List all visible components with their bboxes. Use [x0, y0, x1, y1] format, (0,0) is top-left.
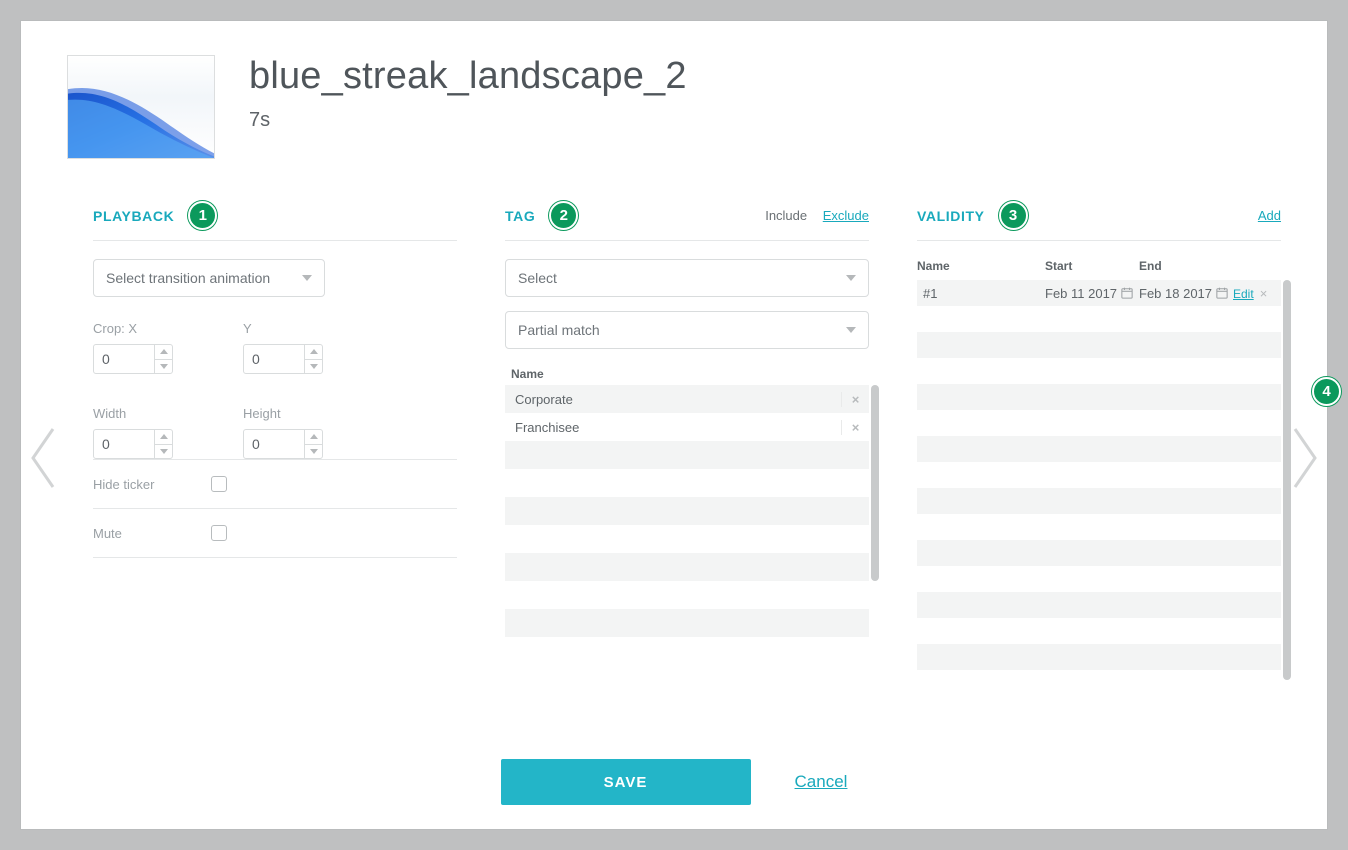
tag-exclude-link[interactable]: Exclude	[823, 208, 869, 223]
chevron-down-icon	[846, 327, 856, 333]
width-step-up[interactable]	[155, 430, 172, 445]
asset-title: blue_streak_landscape_2	[249, 55, 687, 99]
validity-row	[917, 592, 1281, 618]
tag-row-name: Franchisee	[505, 420, 841, 435]
mute-label: Mute	[93, 526, 211, 541]
crop-x-step-down[interactable]	[155, 360, 172, 374]
validity-title: VALIDITY	[917, 208, 985, 224]
validity-row	[917, 384, 1281, 410]
tag-row	[505, 525, 869, 553]
scrollbar[interactable]	[871, 385, 879, 581]
hide-ticker-checkbox[interactable]	[211, 476, 227, 492]
tag-select[interactable]: Select	[505, 259, 869, 297]
badge-3: 3	[999, 201, 1028, 230]
asset-duration: 7s	[249, 109, 687, 132]
validity-row	[917, 514, 1281, 540]
badge-1: 1	[188, 201, 217, 230]
validity-row-name: #1	[917, 286, 1045, 301]
height-step-down[interactable]	[305, 445, 322, 459]
validity-edit-link[interactable]: Edit	[1233, 287, 1254, 301]
crop-x-label: Crop: X	[93, 321, 173, 336]
validity-remove-icon[interactable]: ×	[1260, 286, 1268, 301]
crop-y-label: Y	[243, 321, 323, 336]
playback-section: PLAYBACK 1 Select transition animation C…	[93, 201, 457, 670]
tag-row	[505, 497, 869, 525]
hide-ticker-label: Hide ticker	[93, 477, 211, 492]
tag-row	[505, 553, 869, 581]
validity-row	[917, 618, 1281, 644]
next-arrow[interactable]	[1287, 425, 1323, 491]
crop-y-step-up[interactable]	[305, 345, 322, 360]
validity-col-end: End	[1139, 259, 1233, 273]
modal-panel: blue_streak_landscape_2 7s PLAYBACK 1 Se…	[20, 20, 1328, 830]
validity-row-actions: Edit ×	[1233, 286, 1281, 301]
tag-row	[505, 637, 869, 665]
tag-row	[505, 581, 869, 609]
mute-checkbox[interactable]	[211, 525, 227, 541]
remove-tag-icon[interactable]: ×	[841, 392, 869, 407]
chevron-down-icon	[846, 275, 856, 281]
validity-row	[917, 410, 1281, 436]
validity-col-start: Start	[1045, 259, 1139, 273]
validity-col-name: Name	[917, 259, 1045, 273]
transition-select-label: Select transition animation	[106, 270, 270, 286]
playback-title: PLAYBACK	[93, 208, 174, 224]
validity-row	[917, 436, 1281, 462]
header: blue_streak_landscape_2 7s	[21, 21, 1327, 159]
tag-row: Corporate×	[505, 385, 869, 413]
validity-row	[917, 566, 1281, 592]
tag-match-label: Partial match	[518, 322, 600, 338]
validity-row: #1Feb 11 2017Feb 18 2017Edit ×	[917, 280, 1281, 306]
validity-row	[917, 462, 1281, 488]
validity-row	[917, 488, 1281, 514]
validity-row-start[interactable]: Feb 11 2017	[1045, 286, 1139, 301]
tag-include-link[interactable]: Include	[765, 208, 807, 223]
height-label: Height	[243, 406, 323, 421]
validity-add-link[interactable]: Add	[1258, 208, 1281, 223]
validity-row	[917, 306, 1281, 332]
validity-row	[917, 358, 1281, 384]
tag-row	[505, 441, 869, 469]
tag-row-name: Corporate	[505, 392, 841, 407]
tag-row: Franchisee×	[505, 413, 869, 441]
transition-select[interactable]: Select transition animation	[93, 259, 325, 297]
crop-y-step-down[interactable]	[305, 360, 322, 374]
tag-match-select[interactable]: Partial match	[505, 311, 869, 349]
tag-select-label: Select	[518, 270, 557, 286]
remove-tag-icon[interactable]: ×	[841, 420, 869, 435]
badge-4: 4	[1312, 377, 1341, 406]
validity-rows: #1Feb 11 2017Feb 18 2017Edit ×	[917, 280, 1281, 670]
tag-list: Corporate×Franchisee×	[505, 385, 869, 665]
validity-row	[917, 540, 1281, 566]
crop-x-step-up[interactable]	[155, 345, 172, 360]
asset-thumbnail	[67, 55, 215, 159]
width-label: Width	[93, 406, 173, 421]
footer: SAVE Cancel	[21, 759, 1327, 805]
tag-name-header: Name	[511, 367, 869, 381]
chevron-down-icon	[302, 275, 312, 281]
tag-row	[505, 609, 869, 637]
save-button[interactable]: SAVE	[501, 759, 751, 805]
validity-row-end[interactable]: Feb 18 2017	[1139, 286, 1233, 301]
tag-section: TAG 2 Include Exclude Select Partial mat…	[505, 201, 869, 670]
tag-row	[505, 469, 869, 497]
cancel-link[interactable]: Cancel	[795, 772, 848, 792]
badge-2: 2	[549, 201, 578, 230]
width-step-down[interactable]	[155, 445, 172, 459]
height-step-up[interactable]	[305, 430, 322, 445]
validity-row	[917, 332, 1281, 358]
validity-row	[917, 644, 1281, 670]
tag-title: TAG	[505, 208, 535, 224]
validity-section: VALIDITY 3 Add Name Start End #1Feb 11 2…	[917, 201, 1281, 670]
prev-arrow[interactable]	[25, 425, 61, 491]
